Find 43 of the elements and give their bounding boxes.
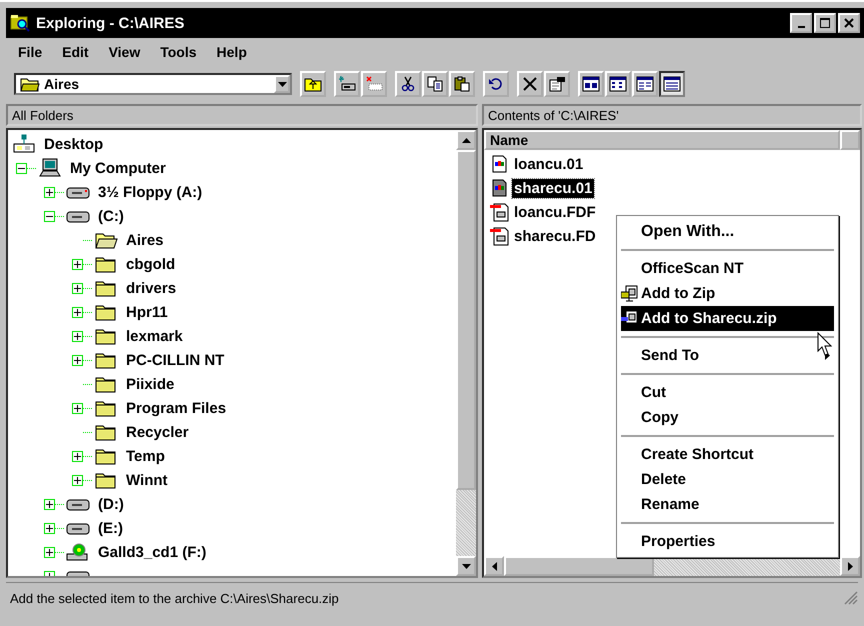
menu-item[interactable]: Properties bbox=[621, 529, 834, 554]
menu-item[interactable]: File bbox=[18, 44, 42, 60]
tree-item[interactable]: Temp bbox=[124, 448, 167, 464]
status-text: Add the selected item to the archive C:\Aires\Sharecu.zip bbox=[9, 590, 339, 606]
menu-item[interactable]: Delete bbox=[621, 467, 834, 492]
menu-item[interactable]: OfficeScan NT bbox=[621, 256, 834, 281]
tree-item[interactable]: Desktop bbox=[42, 136, 106, 152]
list-entry[interactable]: sharecu.01 bbox=[512, 178, 594, 198]
tree-item[interactable]: Winnt bbox=[124, 472, 170, 488]
list-entry[interactable]: sharecu.FD bbox=[512, 226, 598, 246]
location-dropdown[interactable]: Aires bbox=[14, 73, 292, 95]
tree-item[interactable]: (C:) bbox=[96, 208, 126, 224]
menu-item[interactable]: Copy bbox=[621, 405, 834, 430]
tree-item[interactable]: Piixide bbox=[124, 376, 176, 392]
tree-item[interactable]: My Computer bbox=[68, 160, 168, 176]
menu-item[interactable]: Edit bbox=[62, 44, 89, 60]
menu-item[interactable]: Open With... bbox=[621, 219, 834, 244]
menu-item[interactable]: Help bbox=[216, 44, 247, 60]
window-title: Exploring - C:\AIRES bbox=[36, 14, 184, 32]
tree-item[interactable]: Program Files bbox=[124, 400, 228, 416]
tree-item[interactable]: (E:) bbox=[96, 520, 125, 536]
menu-item[interactable]: Create Shortcut bbox=[621, 442, 834, 467]
tree-item[interactable]: Aires bbox=[124, 232, 166, 248]
tree-item[interactable]: Hpr11 bbox=[124, 304, 170, 320]
pane-header: All Folders bbox=[6, 104, 478, 126]
tree-item[interactable]: (D:) bbox=[96, 496, 126, 512]
menu-item[interactable]: Cut bbox=[621, 380, 834, 405]
tree-item[interactable]: cbgold bbox=[124, 256, 178, 272]
menu-item[interactable]: Rename bbox=[621, 492, 834, 517]
menu-item[interactable]: Tools bbox=[160, 44, 197, 60]
tree-item[interactable]: Galld3_cd1 (F:) bbox=[96, 544, 208, 560]
list-entry[interactable]: loancu.FDF bbox=[512, 202, 598, 222]
tree-item[interactable]: lexmark bbox=[124, 328, 185, 344]
column-header[interactable]: Name bbox=[484, 130, 840, 150]
pane-header: Contents of 'C:\AIRES' bbox=[482, 104, 862, 126]
menu-item[interactable]: View bbox=[108, 44, 140, 60]
tree-item[interactable]: 3½ Floppy (A:) bbox=[96, 184, 204, 200]
tree-item[interactable]: PC-CILLIN NT bbox=[124, 352, 226, 368]
list-entry[interactable]: loancu.01 bbox=[512, 154, 586, 174]
tree-item[interactable]: Recycler bbox=[124, 424, 191, 440]
menu-item[interactable]: Add to Sharecu.zip bbox=[621, 306, 834, 331]
menu-item[interactable]: Add to Zip bbox=[621, 281, 834, 306]
tree-item[interactable]: drivers bbox=[124, 280, 178, 296]
